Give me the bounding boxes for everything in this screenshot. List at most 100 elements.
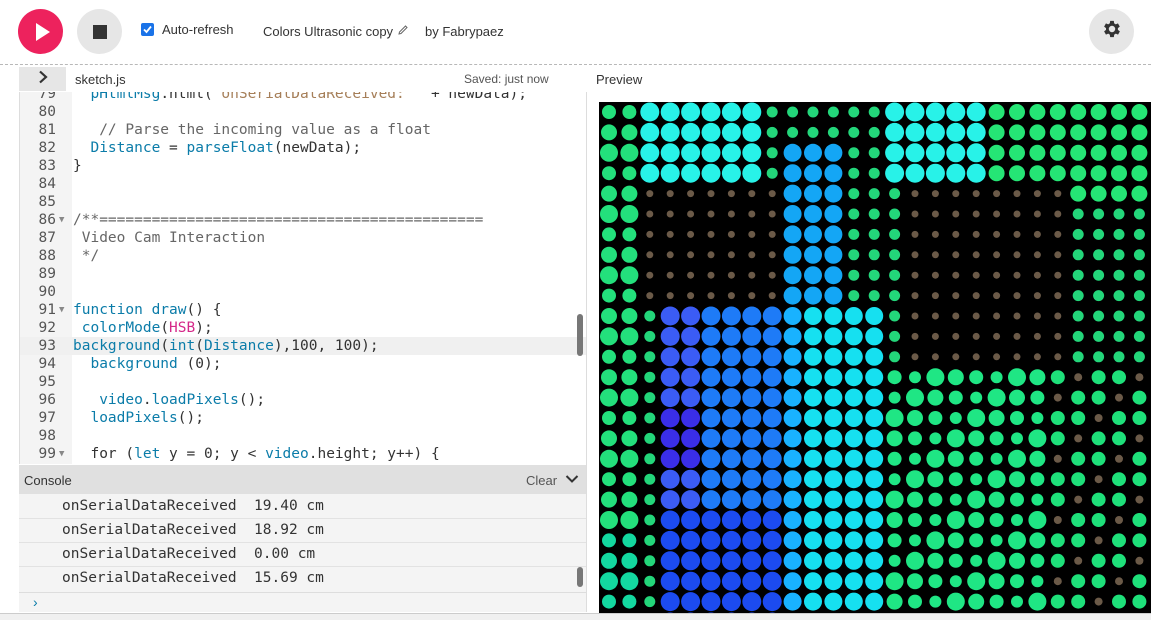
preview-dot — [1072, 228, 1084, 240]
code-line[interactable]: 83} — [20, 157, 586, 175]
console-output[interactable]: onSerialDataReceived 19.40 cm onSerialDa… — [19, 494, 586, 592]
preview-dot — [1009, 124, 1025, 141]
preview-dot — [1009, 144, 1025, 161]
preview-dot — [1009, 471, 1025, 488]
code-line[interactable]: 81 // Parse the incoming value as a floa… — [20, 121, 586, 139]
console-clear-button[interactable]: Clear — [526, 473, 557, 488]
preview-dot — [721, 163, 741, 183]
code-line[interactable]: 92 colorMode(HSB); — [20, 319, 586, 337]
preview-canvas[interactable] — [599, 102, 1151, 613]
console-input[interactable]: › — [19, 592, 586, 612]
fold-arrow-icon[interactable]: ▼ — [59, 445, 64, 463]
code-line[interactable]: 79 pHtmlMsg.html('onSerialDataReceived: … — [20, 92, 586, 103]
preview-dot — [1070, 165, 1087, 182]
preview-dot — [701, 449, 721, 469]
code-line[interactable]: 94 background (0); — [20, 355, 586, 373]
code-line[interactable]: 98 — [20, 427, 586, 445]
preview-dot — [946, 592, 965, 611]
editor-scrollbar[interactable] — [577, 314, 583, 356]
preview-dot — [966, 143, 986, 163]
pencil-icon[interactable] — [397, 24, 409, 39]
code-line[interactable]: 90 — [20, 283, 586, 301]
preview-dot — [1115, 393, 1123, 402]
preview-dot — [762, 306, 782, 326]
preview-dot — [928, 492, 943, 507]
preview-dot — [1013, 312, 1021, 320]
author-link[interactable]: by Fabrypaez — [425, 24, 504, 39]
autorefresh-checkbox[interactable] — [141, 23, 154, 36]
sketch-title[interactable]: Colors Ultrasonic copy — [263, 24, 409, 39]
preview-dot — [889, 249, 901, 261]
pane-divider[interactable] — [586, 92, 587, 612]
preview-dot — [701, 428, 721, 448]
console-entry: onSerialDataReceived 0.00 cm — [62, 546, 316, 562]
expand-sidebar-button[interactable] — [19, 67, 66, 91]
preview-dot — [1093, 290, 1105, 302]
code-line[interactable]: 91 ▼ function draw() { — [20, 301, 586, 319]
code-line[interactable]: 82 Distance = parseFloat(newData); — [20, 139, 586, 157]
code-line[interactable]: 80 — [20, 103, 586, 121]
preview-dot — [766, 106, 778, 118]
preview-dot — [1113, 269, 1125, 281]
line-number: 93 — [38, 338, 56, 354]
preview-dot — [644, 351, 656, 363]
preview-dot — [907, 410, 923, 426]
preview-dot — [889, 208, 901, 220]
chevron-down-icon[interactable] — [565, 472, 579, 490]
preview-dot — [1132, 411, 1147, 425]
code-line[interactable]: 84 — [20, 175, 586, 193]
preview-dot — [952, 210, 960, 218]
preview-dot — [1093, 228, 1105, 240]
preview-dot — [727, 251, 735, 259]
preview-dot — [742, 122, 762, 142]
preview-dot — [1008, 531, 1026, 550]
preview-dot — [868, 290, 880, 302]
code-line[interactable]: 99 ▼ for (let y = 0; y < video.height; y+… — [20, 445, 586, 463]
preview-dot — [827, 106, 839, 118]
code-line[interactable]: 96 video.loadPixels(); — [20, 391, 586, 409]
fold-arrow-icon[interactable]: ▼ — [59, 211, 64, 229]
preview-dot — [787, 106, 799, 118]
preview-dot — [783, 368, 802, 387]
code-text: */ — [73, 248, 100, 264]
preview-dot — [660, 388, 680, 408]
code-line[interactable]: 86 ▼ /**==================================… — [20, 211, 586, 229]
code-line[interactable]: 95 — [20, 373, 586, 391]
preview-dot — [885, 163, 905, 183]
code-lines[interactable]: 79 pHtmlMsg.html('onSerialDataReceived: … — [20, 92, 586, 463]
preview-dot — [1132, 574, 1147, 589]
fold-arrow-icon[interactable]: ▼ — [59, 301, 64, 319]
preview-dot — [1030, 472, 1045, 487]
code-line[interactable]: 97 loadPixels(); — [20, 409, 586, 427]
preview-dot — [1029, 450, 1046, 467]
console-prompt: › — [33, 594, 38, 610]
code-editor[interactable]: 79 pHtmlMsg.html('onSerialDataReceived: … — [19, 92, 586, 464]
preview-dot — [640, 143, 660, 163]
preview-dot — [660, 571, 680, 591]
preview-dot — [1113, 351, 1125, 363]
code-line[interactable]: 93 background(int(Distance),100, 100); — [20, 337, 586, 355]
preview-dot — [844, 470, 863, 489]
preview-dot — [1074, 556, 1083, 565]
settings-button[interactable] — [1089, 9, 1134, 54]
code-line[interactable]: 89 — [20, 265, 586, 283]
code-line[interactable]: 85 — [20, 193, 586, 211]
preview-dot — [768, 190, 776, 198]
autorefresh-toggle[interactable]: Auto-refresh — [141, 22, 234, 37]
code-text: } — [73, 158, 82, 174]
preview-dot — [601, 552, 617, 569]
toolbar: Auto-refresh Colors Ultrasonic copy by F… — [0, 0, 1151, 64]
play-button[interactable] — [18, 9, 63, 54]
code-line[interactable]: 87 Video Cam Interaction — [20, 229, 586, 247]
preview-dot — [927, 389, 944, 406]
preview-dot — [905, 102, 925, 122]
code-line[interactable]: 88 */ — [20, 247, 586, 265]
console-scrollbar[interactable] — [577, 567, 583, 587]
stop-button[interactable] — [77, 9, 122, 54]
preview-dot — [848, 249, 860, 261]
preview-dot — [909, 534, 921, 547]
preview-dot — [865, 511, 884, 529]
preview-dot — [1072, 249, 1084, 261]
line-number: 99 — [38, 446, 56, 462]
preview-dot — [888, 554, 901, 567]
